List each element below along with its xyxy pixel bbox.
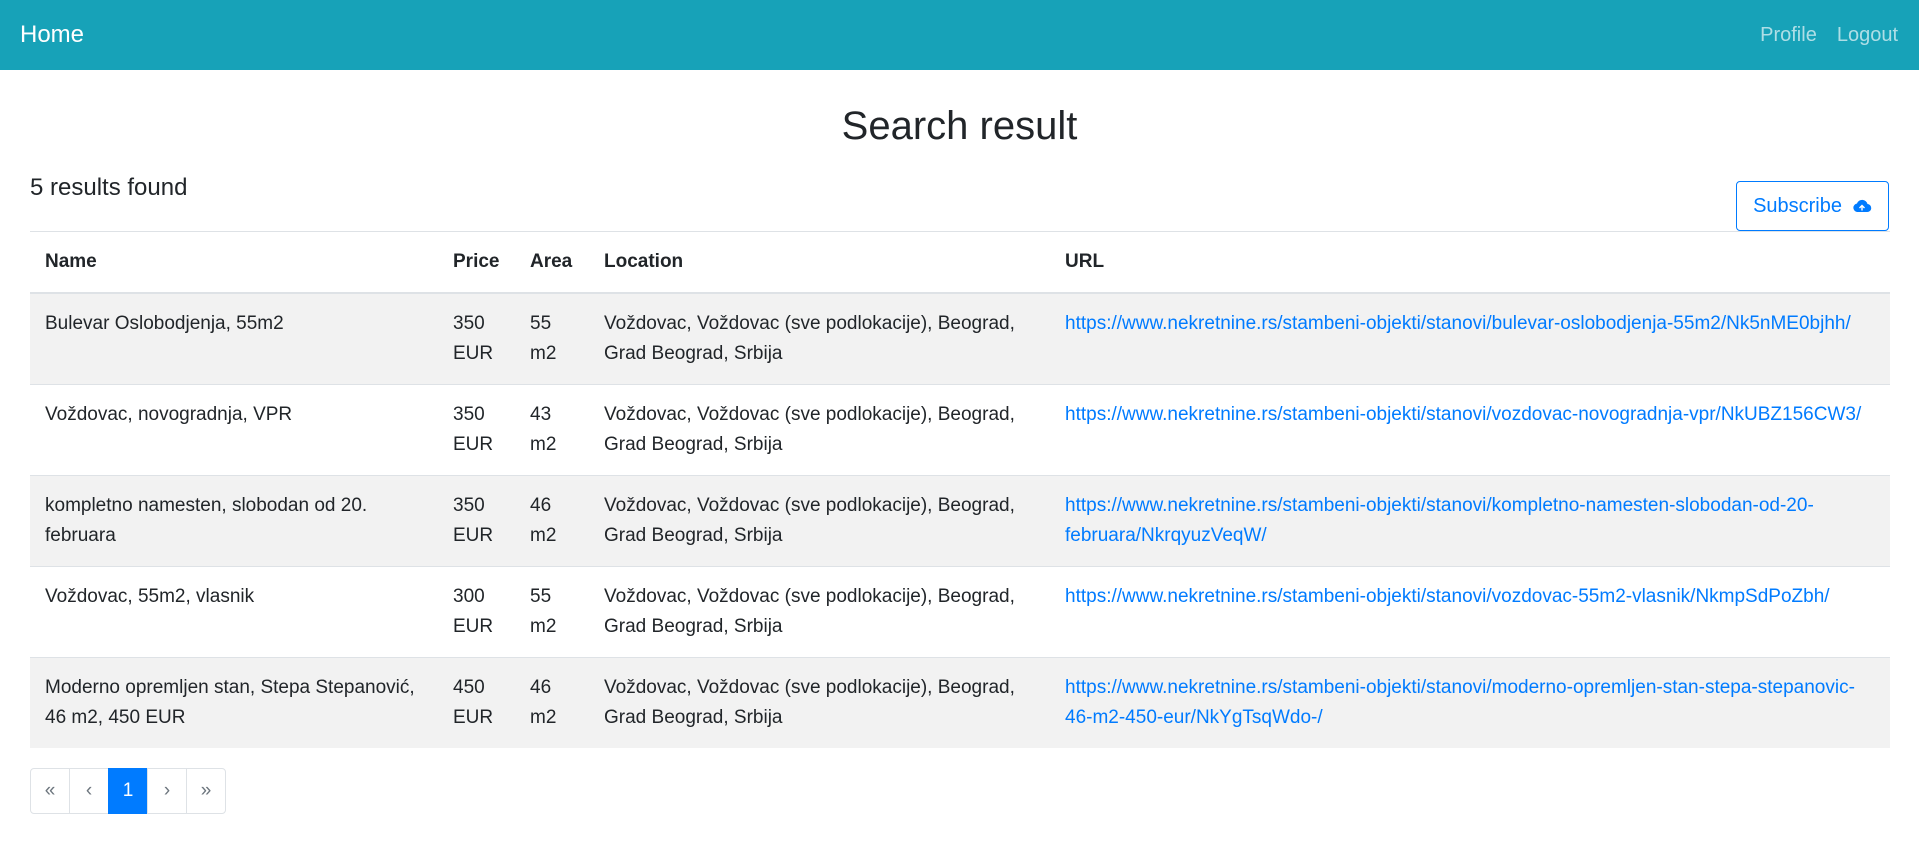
cell-price: 350 EUR (438, 383, 515, 475)
header-row: Name Price Area Location URL (30, 231, 1890, 294)
listing-link[interactable]: https://www.nekretnine.rs/stambeni-objek… (1065, 313, 1851, 334)
header-name: Name (30, 231, 438, 294)
home-link[interactable]: Home (20, 21, 84, 49)
cell-price: 300 EUR (438, 565, 515, 657)
cell-location: Voždovac, Voždovac (sve podlokacije), Be… (589, 292, 1050, 384)
profile-link[interactable]: Profile (1760, 24, 1817, 47)
table-row: Moderno opremljen stan, Stepa Stepanović… (30, 656, 1890, 748)
navbar: Home Profile Logout (0, 0, 1919, 70)
cell-price: 350 EUR (438, 292, 515, 384)
cell-url: https://www.nekretnine.rs/stambeni-objek… (1050, 656, 1890, 748)
cell-area: 55 m2 (515, 292, 589, 384)
listing-link[interactable]: https://www.nekretnine.rs/stambeni-objek… (1065, 404, 1861, 425)
page-first-button[interactable]: « (30, 768, 70, 814)
listing-link[interactable]: https://www.nekretnine.rs/stambeni-objek… (1065, 495, 1814, 546)
table-row: kompletno namesten, slobodan od 20. febr… (30, 474, 1890, 566)
cell-location: Voždovac, Voždovac (sve podlokacije), Be… (589, 565, 1050, 657)
results-header: 5 results found Subscribe (30, 165, 1889, 231)
results-count: 5 results found (30, 174, 188, 201)
cell-price: 350 EUR (438, 474, 515, 566)
subscribe-label: Subscribe (1753, 194, 1842, 217)
listing-link[interactable]: https://www.nekretnine.rs/stambeni-objek… (1065, 586, 1830, 607)
cell-name: Moderno opremljen stan, Stepa Stepanović… (30, 656, 438, 748)
cell-name: Bulevar Oslobodjenja, 55m2 (30, 292, 438, 384)
cell-location: Voždovac, Voždovac (sve podlokacije), Be… (589, 474, 1050, 566)
cloud-icon (1853, 199, 1872, 213)
results-table: Name Price Area Location URL Bulevar Osl… (30, 231, 1890, 748)
cell-location: Voždovac, Voždovac (sve podlokacije), Be… (589, 656, 1050, 748)
page-current-button[interactable]: 1 (108, 768, 148, 814)
cell-location: Voždovac, Voždovac (sve podlokacije), Be… (589, 383, 1050, 475)
pagination: « ‹ 1 › » (30, 768, 1889, 814)
table-head: Name Price Area Location URL (30, 231, 1890, 294)
nav-right: Profile Logout (1760, 24, 1898, 47)
table-body: Bulevar Oslobodjenja, 55m2 350 EUR 55 m2… (30, 292, 1890, 748)
cell-area: 46 m2 (515, 656, 589, 748)
listing-link[interactable]: https://www.nekretnine.rs/stambeni-objek… (1065, 677, 1855, 728)
cell-name: Voždovac, novogradnja, VPR (30, 383, 438, 475)
table-row: Voždovac, 55m2, vlasnik 300 EUR 55 m2 Vo… (30, 565, 1890, 657)
cell-name: kompletno namesten, slobodan od 20. febr… (30, 474, 438, 566)
cell-price: 450 EUR (438, 656, 515, 748)
header-location: Location (589, 231, 1050, 294)
page-last-button[interactable]: » (186, 768, 226, 814)
page-title: Search result (841, 104, 1078, 148)
header-price: Price (438, 231, 515, 294)
table-row: Voždovac, novogradnja, VPR 350 EUR 43 m2… (30, 383, 1890, 475)
cell-name: Voždovac, 55m2, vlasnik (30, 565, 438, 657)
page-prev-button[interactable]: ‹ (69, 768, 109, 814)
logout-link[interactable]: Logout (1837, 24, 1898, 47)
cell-area: 43 m2 (515, 383, 589, 475)
main-content: Search result 5 results found Subscribe … (0, 70, 1919, 814)
header-area: Area (515, 231, 589, 294)
cell-area: 46 m2 (515, 474, 589, 566)
cell-area: 55 m2 (515, 565, 589, 657)
cell-url: https://www.nekretnine.rs/stambeni-objek… (1050, 383, 1890, 475)
cell-url: https://www.nekretnine.rs/stambeni-objek… (1050, 565, 1890, 657)
cell-url: https://www.nekretnine.rs/stambeni-objek… (1050, 292, 1890, 384)
cell-url: https://www.nekretnine.rs/stambeni-objek… (1050, 474, 1890, 566)
table-row: Bulevar Oslobodjenja, 55m2 350 EUR 55 m2… (30, 292, 1890, 384)
header-url: URL (1050, 231, 1890, 294)
page-next-button[interactable]: › (147, 768, 187, 814)
subscribe-button[interactable]: Subscribe (1736, 181, 1889, 231)
